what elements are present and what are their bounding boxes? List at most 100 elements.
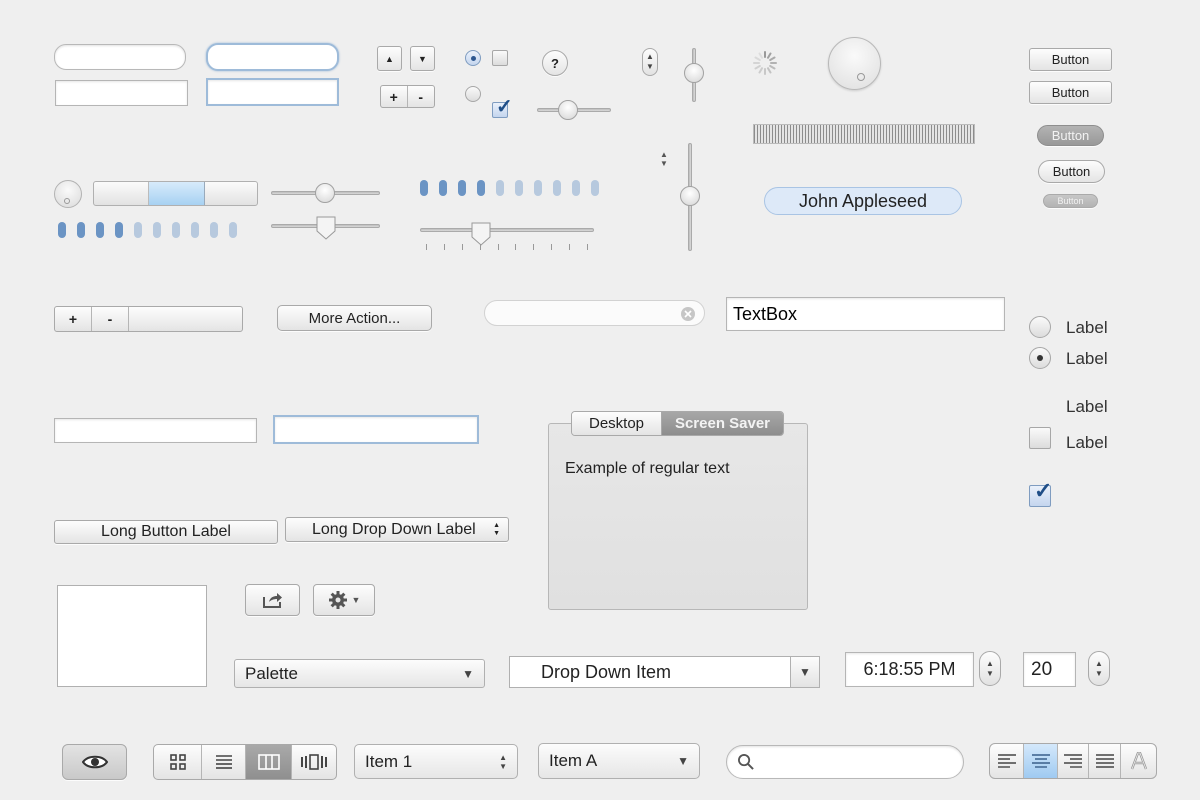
ticked-slider-track[interactable] — [420, 228, 594, 232]
search-input-focused[interactable] — [214, 49, 403, 65]
stepper-tiny[interactable]: ▲ ▼ — [642, 48, 658, 76]
share-button[interactable] — [245, 584, 300, 616]
align-justify-button[interactable] — [1089, 744, 1121, 778]
item-pulldown-button[interactable]: Item A ▼ — [538, 743, 700, 779]
radio-2-label: Label — [1066, 349, 1108, 368]
text-input-wide[interactable] — [55, 419, 256, 442]
minus-button[interactable]: - — [408, 86, 434, 107]
radio-small-on[interactable] — [465, 50, 481, 66]
search-field-round[interactable] — [484, 300, 705, 326]
share-icon — [262, 593, 282, 608]
number-field[interactable]: 20 — [1023, 652, 1076, 687]
remove-button[interactable]: - — [92, 307, 129, 331]
slider-round-knob[interactable] — [315, 183, 335, 203]
push-button-2[interactable]: Button — [1029, 81, 1112, 104]
grid-view-button[interactable] — [154, 745, 202, 779]
slider-tick — [443, 244, 445, 250]
level-dot — [591, 180, 599, 196]
checkbox-1[interactable] — [1029, 427, 1051, 449]
help-label: ? — [551, 55, 559, 71]
add-remove-bar: + - — [54, 306, 243, 332]
checkbox-2[interactable]: ✓ — [1029, 480, 1052, 507]
radio-1[interactable] — [1029, 316, 1051, 338]
align-left-button[interactable] — [990, 744, 1024, 778]
tab-screen-saver[interactable]: Screen Saver — [662, 412, 783, 435]
toolbar-search-input[interactable] — [755, 754, 963, 770]
mini-recessed-button[interactable]: Button — [1043, 194, 1098, 208]
rotary-knob-large[interactable] — [828, 37, 881, 90]
indeterminate-progress-bar — [753, 124, 975, 144]
search-field[interactable] — [54, 44, 250, 70]
level-dot — [172, 222, 180, 238]
arrow-down-button[interactable]: ▼ — [410, 46, 435, 71]
level-dot — [96, 222, 104, 238]
textbox-field[interactable] — [726, 297, 1005, 331]
plus-button[interactable]: + — [381, 86, 408, 107]
text-field-small[interactable] — [55, 80, 188, 106]
segmented-range[interactable] — [93, 181, 258, 206]
number-stepper[interactable]: ▲ ▼ — [1088, 651, 1110, 686]
radio-small-off[interactable] — [465, 86, 481, 102]
time-stepper[interactable]: ▲ ▼ — [979, 651, 1001, 686]
combo-box[interactable]: Drop Down Item ▼ — [509, 656, 820, 688]
level-dot — [496, 180, 504, 196]
checkbox-small-on[interactable]: ✓ — [492, 97, 513, 118]
checkbox-2-label: Label — [1066, 433, 1108, 452]
item-popup-button[interactable]: Item 1 ▲ ▼ — [354, 744, 518, 779]
add-button[interactable]: + — [55, 307, 92, 331]
toolbar-search-field[interactable] — [726, 745, 964, 779]
text-input[interactable] — [56, 81, 187, 105]
segment-selected[interactable] — [149, 182, 205, 205]
updown-arrows-icon: ▲ ▼ — [493, 521, 500, 537]
recessed-button-selected[interactable]: Button — [1037, 125, 1104, 146]
help-button[interactable]: ? — [542, 50, 568, 76]
arrow-up-button[interactable]: ▲ — [377, 46, 402, 71]
level-indicator-top — [420, 180, 599, 196]
coverflow-view-button[interactable] — [292, 745, 336, 779]
image-well[interactable] — [57, 585, 207, 687]
rounded-button[interactable]: Button — [1038, 160, 1105, 183]
tab-desktop[interactable]: Desktop — [572, 412, 662, 435]
level-dot — [534, 180, 542, 196]
search-field-focused[interactable] — [206, 43, 403, 71]
level-dot — [439, 180, 447, 196]
token-field[interactable]: John Appleseed — [764, 187, 962, 215]
radio-2[interactable] — [1029, 347, 1051, 369]
long-dropdown[interactable]: Long Drop Down Label ▲ ▼ — [285, 517, 509, 542]
action-menu-button[interactable]: ▼ — [313, 584, 375, 616]
level-dot — [134, 222, 142, 238]
combo-box-arrow[interactable]: ▼ — [790, 657, 819, 687]
time-field[interactable]: 6:18:55 PM — [845, 652, 974, 687]
more-action-button[interactable]: More Action... — [277, 305, 432, 331]
align-center-button[interactable] — [1024, 744, 1058, 778]
radio-1-label: Label — [1066, 318, 1108, 337]
clear-icon[interactable] — [680, 306, 696, 322]
slider-tick — [533, 244, 535, 250]
quick-look-button[interactable] — [62, 744, 127, 780]
vertical-slider-small-knob[interactable] — [684, 63, 704, 83]
palette-dropdown[interactable]: Palette ▼ — [234, 659, 485, 688]
palette-label: Palette — [245, 663, 298, 683]
triangle-down-icon: ▼ — [462, 666, 474, 681]
long-button[interactable]: Long Button Label — [54, 520, 278, 544]
list-view-button[interactable] — [202, 745, 246, 779]
align-right-button[interactable] — [1058, 744, 1089, 778]
text-style-button[interactable] — [1121, 744, 1156, 778]
slider-tick — [461, 244, 463, 250]
textbox-input[interactable] — [727, 298, 1004, 330]
text-input-focused[interactable] — [208, 80, 337, 104]
slider-small-knob[interactable] — [558, 100, 578, 120]
vertical-slider-tall-knob[interactable] — [680, 186, 700, 206]
text-input-wide-focused[interactable] — [275, 417, 477, 442]
triangle-down-icon: ▼ — [799, 665, 811, 679]
column-view-button[interactable] — [246, 745, 292, 779]
rotary-knob-small[interactable] — [54, 180, 82, 208]
text-field-wide-focused[interactable] — [273, 415, 479, 444]
text-field-small-focused[interactable] — [206, 78, 339, 106]
checkbox-small-off[interactable] — [492, 50, 508, 66]
slider-pointer-knob[interactable] — [315, 215, 337, 241]
align-left-icon — [997, 754, 1016, 768]
text-field-wide[interactable] — [54, 418, 257, 443]
grid-view-icon — [169, 754, 186, 770]
push-button-1[interactable]: Button — [1029, 48, 1112, 71]
